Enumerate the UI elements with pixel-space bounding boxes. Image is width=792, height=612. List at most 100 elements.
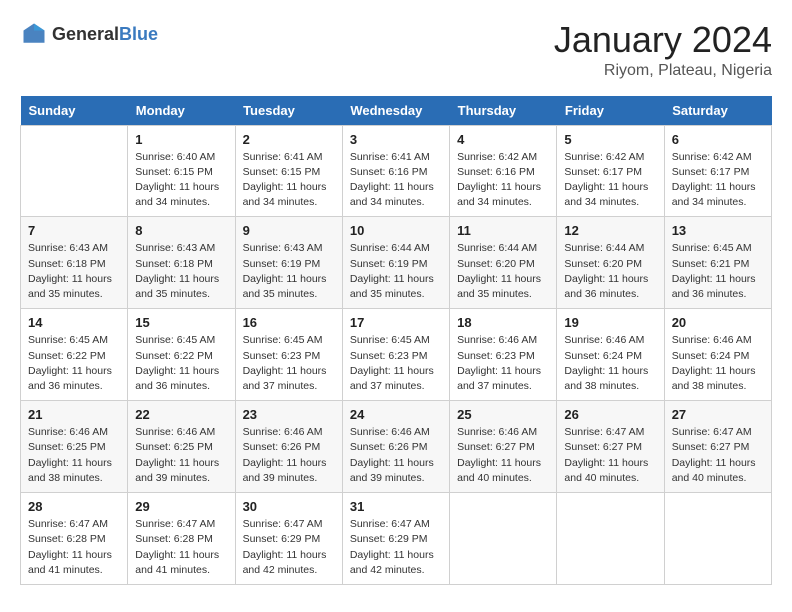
calendar-cell: 13 Sunrise: 6:45 AMSunset: 6:21 PMDaylig… — [664, 217, 771, 309]
day-number: 25 — [457, 407, 549, 422]
calendar-cell: 20 Sunrise: 6:46 AMSunset: 6:24 PMDaylig… — [664, 309, 771, 401]
day-number: 2 — [243, 132, 335, 147]
day-number: 12 — [564, 223, 656, 238]
title-block: January 2024 Riyom, Plateau, Nigeria — [554, 20, 772, 80]
day-number: 21 — [28, 407, 120, 422]
weekday-header: Sunday — [21, 96, 128, 126]
calendar-cell — [450, 493, 557, 585]
weekday-header: Friday — [557, 96, 664, 126]
calendar-table: SundayMondayTuesdayWednesdayThursdayFrid… — [20, 96, 772, 585]
day-info: Sunrise: 6:43 AMSunset: 6:19 PMDaylight:… — [243, 241, 335, 302]
calendar-cell: 19 Sunrise: 6:46 AMSunset: 6:24 PMDaylig… — [557, 309, 664, 401]
day-number: 26 — [564, 407, 656, 422]
day-info: Sunrise: 6:46 AMSunset: 6:24 PMDaylight:… — [672, 333, 764, 394]
day-number: 1 — [135, 132, 227, 147]
logo-text: General Blue — [52, 25, 158, 43]
day-number: 3 — [350, 132, 442, 147]
calendar-cell: 25 Sunrise: 6:46 AMSunset: 6:27 PMDaylig… — [450, 401, 557, 493]
day-number: 18 — [457, 315, 549, 330]
calendar-cell: 14 Sunrise: 6:45 AMSunset: 6:22 PMDaylig… — [21, 309, 128, 401]
day-info: Sunrise: 6:47 AMSunset: 6:27 PMDaylight:… — [564, 425, 656, 486]
day-number: 20 — [672, 315, 764, 330]
day-info: Sunrise: 6:47 AMSunset: 6:29 PMDaylight:… — [350, 517, 442, 578]
calendar-cell: 7 Sunrise: 6:43 AMSunset: 6:18 PMDayligh… — [21, 217, 128, 309]
calendar-subtitle: Riyom, Plateau, Nigeria — [554, 62, 772, 80]
weekday-header: Thursday — [450, 96, 557, 126]
day-info: Sunrise: 6:44 AMSunset: 6:19 PMDaylight:… — [350, 241, 442, 302]
calendar-cell: 15 Sunrise: 6:45 AMSunset: 6:22 PMDaylig… — [128, 309, 235, 401]
day-info: Sunrise: 6:41 AMSunset: 6:16 PMDaylight:… — [350, 150, 442, 211]
calendar-cell: 18 Sunrise: 6:46 AMSunset: 6:23 PMDaylig… — [450, 309, 557, 401]
day-info: Sunrise: 6:40 AMSunset: 6:15 PMDaylight:… — [135, 150, 227, 211]
day-info: Sunrise: 6:47 AMSunset: 6:28 PMDaylight:… — [135, 517, 227, 578]
day-info: Sunrise: 6:47 AMSunset: 6:27 PMDaylight:… — [672, 425, 764, 486]
day-info: Sunrise: 6:45 AMSunset: 6:22 PMDaylight:… — [135, 333, 227, 394]
day-info: Sunrise: 6:47 AMSunset: 6:29 PMDaylight:… — [243, 517, 335, 578]
calendar-cell: 2 Sunrise: 6:41 AMSunset: 6:15 PMDayligh… — [235, 125, 342, 217]
logo-general: General — [52, 25, 119, 43]
day-info: Sunrise: 6:41 AMSunset: 6:15 PMDaylight:… — [243, 150, 335, 211]
day-info: Sunrise: 6:44 AMSunset: 6:20 PMDaylight:… — [457, 241, 549, 302]
day-number: 16 — [243, 315, 335, 330]
calendar-cell: 27 Sunrise: 6:47 AMSunset: 6:27 PMDaylig… — [664, 401, 771, 493]
day-info: Sunrise: 6:45 AMSunset: 6:23 PMDaylight:… — [243, 333, 335, 394]
day-number: 6 — [672, 132, 764, 147]
day-info: Sunrise: 6:46 AMSunset: 6:24 PMDaylight:… — [564, 333, 656, 394]
calendar-cell: 4 Sunrise: 6:42 AMSunset: 6:16 PMDayligh… — [450, 125, 557, 217]
day-number: 10 — [350, 223, 442, 238]
day-info: Sunrise: 6:47 AMSunset: 6:28 PMDaylight:… — [28, 517, 120, 578]
day-info: Sunrise: 6:45 AMSunset: 6:21 PMDaylight:… — [672, 241, 764, 302]
calendar-cell: 23 Sunrise: 6:46 AMSunset: 6:26 PMDaylig… — [235, 401, 342, 493]
calendar-cell: 17 Sunrise: 6:45 AMSunset: 6:23 PMDaylig… — [342, 309, 449, 401]
day-number: 9 — [243, 223, 335, 238]
day-number: 4 — [457, 132, 549, 147]
calendar-cell: 3 Sunrise: 6:41 AMSunset: 6:16 PMDayligh… — [342, 125, 449, 217]
calendar-cell: 24 Sunrise: 6:46 AMSunset: 6:26 PMDaylig… — [342, 401, 449, 493]
day-number: 19 — [564, 315, 656, 330]
day-info: Sunrise: 6:43 AMSunset: 6:18 PMDaylight:… — [135, 241, 227, 302]
calendar-cell: 28 Sunrise: 6:47 AMSunset: 6:28 PMDaylig… — [21, 493, 128, 585]
calendar-cell — [21, 125, 128, 217]
weekday-header: Saturday — [664, 96, 771, 126]
weekday-header: Wednesday — [342, 96, 449, 126]
day-number: 5 — [564, 132, 656, 147]
calendar-cell: 10 Sunrise: 6:44 AMSunset: 6:19 PMDaylig… — [342, 217, 449, 309]
day-info: Sunrise: 6:44 AMSunset: 6:20 PMDaylight:… — [564, 241, 656, 302]
calendar-cell: 6 Sunrise: 6:42 AMSunset: 6:17 PMDayligh… — [664, 125, 771, 217]
day-info: Sunrise: 6:46 AMSunset: 6:25 PMDaylight:… — [28, 425, 120, 486]
calendar-cell — [664, 493, 771, 585]
day-info: Sunrise: 6:46 AMSunset: 6:23 PMDaylight:… — [457, 333, 549, 394]
day-number: 11 — [457, 223, 549, 238]
calendar-cell — [557, 493, 664, 585]
calendar-cell: 1 Sunrise: 6:40 AMSunset: 6:15 PMDayligh… — [128, 125, 235, 217]
day-info: Sunrise: 6:43 AMSunset: 6:18 PMDaylight:… — [28, 241, 120, 302]
day-number: 22 — [135, 407, 227, 422]
day-info: Sunrise: 6:46 AMSunset: 6:27 PMDaylight:… — [457, 425, 549, 486]
day-info: Sunrise: 6:45 AMSunset: 6:22 PMDaylight:… — [28, 333, 120, 394]
calendar-cell: 8 Sunrise: 6:43 AMSunset: 6:18 PMDayligh… — [128, 217, 235, 309]
day-number: 24 — [350, 407, 442, 422]
day-info: Sunrise: 6:42 AMSunset: 6:17 PMDaylight:… — [564, 150, 656, 211]
calendar-cell: 9 Sunrise: 6:43 AMSunset: 6:19 PMDayligh… — [235, 217, 342, 309]
day-info: Sunrise: 6:42 AMSunset: 6:17 PMDaylight:… — [672, 150, 764, 211]
day-number: 13 — [672, 223, 764, 238]
day-number: 7 — [28, 223, 120, 238]
day-info: Sunrise: 6:42 AMSunset: 6:16 PMDaylight:… — [457, 150, 549, 211]
day-number: 15 — [135, 315, 227, 330]
calendar-cell: 11 Sunrise: 6:44 AMSunset: 6:20 PMDaylig… — [450, 217, 557, 309]
calendar-cell: 29 Sunrise: 6:47 AMSunset: 6:28 PMDaylig… — [128, 493, 235, 585]
logo-blue: Blue — [119, 25, 158, 43]
calendar-cell: 22 Sunrise: 6:46 AMSunset: 6:25 PMDaylig… — [128, 401, 235, 493]
calendar-cell: 31 Sunrise: 6:47 AMSunset: 6:29 PMDaylig… — [342, 493, 449, 585]
calendar-cell: 12 Sunrise: 6:44 AMSunset: 6:20 PMDaylig… — [557, 217, 664, 309]
day-number: 29 — [135, 499, 227, 514]
calendar-header: SundayMondayTuesdayWednesdayThursdayFrid… — [21, 96, 772, 126]
day-number: 31 — [350, 499, 442, 514]
day-info: Sunrise: 6:46 AMSunset: 6:26 PMDaylight:… — [243, 425, 335, 486]
logo: General Blue — [20, 20, 158, 48]
day-info: Sunrise: 6:45 AMSunset: 6:23 PMDaylight:… — [350, 333, 442, 394]
calendar-week-row: 7 Sunrise: 6:43 AMSunset: 6:18 PMDayligh… — [21, 217, 772, 309]
calendar-cell: 16 Sunrise: 6:45 AMSunset: 6:23 PMDaylig… — [235, 309, 342, 401]
day-info: Sunrise: 6:46 AMSunset: 6:25 PMDaylight:… — [135, 425, 227, 486]
day-number: 28 — [28, 499, 120, 514]
